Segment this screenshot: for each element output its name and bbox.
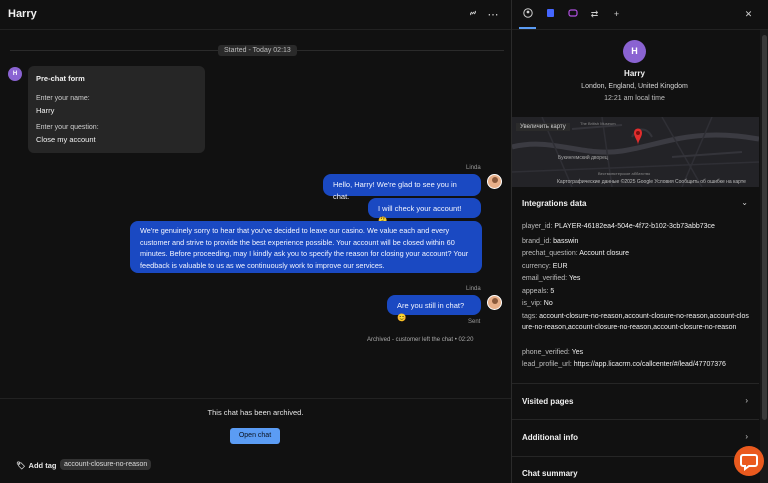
integrations-title: Integrations data [522,199,587,208]
add-tab-icon[interactable]: + [610,8,623,21]
integration-row: prechat_question: Account closure [522,250,630,257]
integration-row: email_verified: Yes [522,275,581,282]
lead-profile-link[interactable]: https://app.licacrm.co/callcenter/#/lead… [574,361,726,368]
archived-notice: This chat has been archived. [207,408,304,417]
integration-row: lead_profile_url: https://app.licacrm.co… [522,361,726,368]
prechat-q1-label: Enter your name: [36,95,90,102]
section-divider [512,383,759,384]
location-map[interactable]: The British Museum Букингемский дворец В… [512,117,759,187]
additional-info-title[interactable]: Additional info [522,433,578,442]
chat-started-label: Started - Today 02:13 [218,45,297,56]
prechat-q2-value: Close my account [36,135,96,144]
tag-chip[interactable]: account-closure-no-reason [60,459,152,470]
profile-avatar: H [623,40,646,63]
chat-header: Harry ⋯ [0,0,511,30]
close-icon[interactable]: ✕ [742,8,755,21]
agent-message: We're genuinely sorry to hear that you'v… [130,221,482,273]
integration-row: is_vip: No [522,300,553,307]
section-divider [512,419,759,420]
add-tag-label: Add tag [28,461,57,470]
map-place-label: The British Museum [580,121,616,126]
chat-summary-title[interactable]: Chat summary [522,469,578,478]
integration-tab-icon[interactable] [566,8,579,21]
details-pane: ⇄ + ✕ H Harry London, England, United Ki… [512,0,768,483]
agent-message: I will check your account! 🤔 [368,198,481,225]
message-status: Sent [468,319,481,325]
chat-title: Harry [8,8,37,20]
integration-row: brand_id: basswin [522,238,579,245]
chat-pane: Harry ⋯ Started - Today 02:13 H Pre-chat… [0,0,512,483]
chevron-down-icon[interactable]: ⌄ [741,198,748,207]
link-icon[interactable] [466,8,480,22]
chevron-right-icon[interactable]: › [745,432,748,441]
profile-name: Harry [624,69,645,78]
visited-pages-title[interactable]: Visited pages [522,397,573,406]
prechat-q2-label: Enter your question: [36,124,99,131]
profile-location: London, England, United Kingdom [581,83,688,90]
details-scroll-thumb[interactable] [762,35,767,420]
agent-avatar [487,174,502,189]
active-tab-indicator [519,27,536,29]
map-credits: Картографические данные ©2025 Google Усл… [557,179,746,185]
integration-row: player_id: PLAYER-46182ea4-504e-4f72-b10… [522,223,715,230]
agent-name: Linda [466,165,481,171]
open-chat-button[interactable]: Open chat [230,428,280,444]
customer-profile-tab-icon[interactable] [521,8,534,21]
prechat-q1-value: Harry [36,106,55,115]
integration-row: currency: EUR [522,263,568,270]
archived-event-label: Archived - customer left the chat • 02:2… [367,337,474,343]
shuffle-tab-icon[interactable]: ⇄ [588,8,601,21]
chevron-right-icon[interactable]: › [745,396,748,405]
chat-bubble-icon [740,454,758,471]
visitor-avatar: H [8,67,22,81]
agent-name: Linda [466,286,481,292]
chat-widget-button[interactable] [734,446,764,476]
agent-message: Are you still in chat? 😊 [387,295,481,322]
map-place-label: Вестминстерское аббатство [598,171,651,176]
agent-message: Hello, Harry! We're glad to see you in c… [323,174,481,201]
tag-icon: 🏷 [16,461,26,470]
integration-row: tags: account-closure-no-reason,account-… [522,313,749,331]
prechat-form-card: Pre-chat form Enter your name: Harry Ent… [28,66,205,153]
details-tabbar: ⇄ + ✕ [512,0,768,30]
prechat-title: Pre-chat form [36,74,85,83]
more-options-icon[interactable]: ⋯ [486,8,500,22]
profile-local-time: 12:21 am local time [604,95,665,102]
map-place-label: Букингемский дворец [558,154,608,161]
document-tab-icon[interactable] [544,8,557,21]
add-tag-button[interactable]: 🏷 Add tag [16,461,56,470]
integration-row: appeals: 5 [522,288,555,295]
integration-row: phone_verified: Yes [522,349,584,356]
agent-avatar [487,295,502,310]
enlarge-map-button[interactable]: Увеличить карту [516,123,570,131]
section-divider [512,456,759,457]
